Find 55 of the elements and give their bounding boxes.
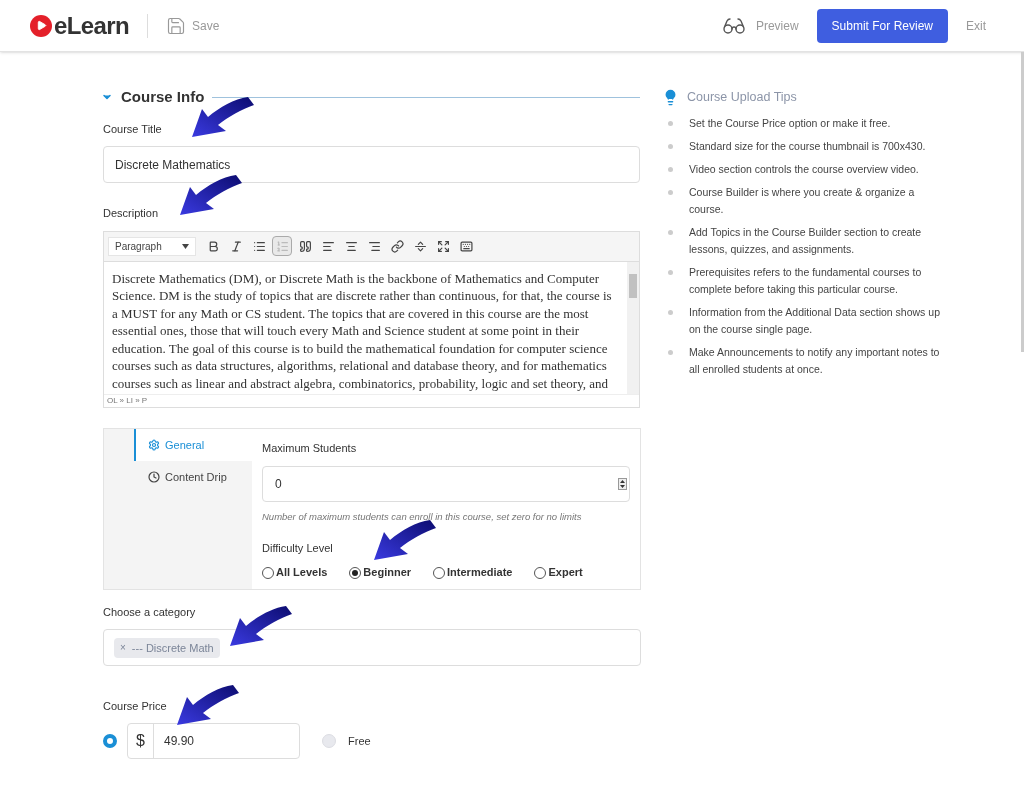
save-button[interactable]: Save [166,15,220,36]
settings-tab[interactable]: General [134,429,252,461]
gear-icon [148,439,160,451]
radio-label: Free [348,733,371,749]
tip-text: Make Announcements to notify any important notes to all enrolled students at once. [689,344,941,377]
pointer-arrow [178,173,244,217]
page-scrollbar[interactable] [1021,52,1024,352]
category-tag: × --- Discrete Math [114,637,220,658]
price-value: 49.90 [163,732,195,750]
settings-tab[interactable]: Content Drip [134,461,252,493]
preview-button[interactable]: Preview [721,13,799,38]
format-dropdown[interactable]: Paragraph [108,236,196,256]
stepper-icon[interactable] [618,477,627,490]
tip-text: Add Topics in the Course Builder section to create lessons, quizzes, and assignments. [689,224,923,257]
radio-button[interactable] [103,733,117,748]
max-students-field[interactable]: 0 [262,465,630,502]
submit-button[interactable]: Submit For Review [816,8,948,43]
field-label: Choose a category [103,604,197,620]
rich-text-editor[interactable] [103,230,640,408]
price-field[interactable]: $ 49.90 [127,722,300,759]
tip-text: Set the Course Price option or make it free. [689,115,891,131]
field-label: Description [103,206,160,221]
pointer-arrow [228,604,294,648]
pointer-arrow [372,518,438,562]
course-title-field[interactable]: Discrete Mathematics [103,146,640,183]
radio-button[interactable] [433,566,446,579]
radio-label: Expert [548,565,583,581]
field-hint: Number of maximum students can enroll in this course, set zero for no limits [262,509,583,524]
exit-button[interactable]: Exit [966,16,986,35]
radio-button[interactable] [534,566,547,579]
tip-text: Video section controls the course overview video. [689,161,919,177]
description-text: Discrete Mathematics (DM), or Discrete Math is the backbone of Mathematics and Computer Science. DM is the study of topics that are discrete rather than continuous, for that, the course is a MUST for any Math or CS student. The topics that are covered in this course are the most essential ones, those that will touch every Math and Science student at some point in their education. The goal of this course is to build the mathematical foundation for computer science courses such as data structures, algorithms, relational and database theory, and for mathematics courses such as linear and abstract algebra, combinatorics, probability, logic and set theory, and [111,269,613,393]
tip-text: Prerequisites refers to the fundamental courses to complete before taking this particular course. [689,264,923,297]
tips-title: Course Upload Tips [687,89,797,106]
field-label: Course Price [103,699,168,715]
field-label: Maximum Students [262,441,358,456]
section-title: Course Info [121,87,205,107]
remove-tag-button[interactable]: × [120,640,126,656]
field-label: Difficulty Level [262,540,334,556]
logo-play-icon [30,14,52,37]
tip-text: Course Builder is where you create & organize a course. [689,184,916,217]
caret-icon [182,243,189,249]
clock-icon [148,471,160,483]
radio-label: All Levels [276,565,328,581]
field-label: Course Title [103,121,163,137]
element-path: OL » LI » P [107,395,148,407]
logo-text[interactable]: eLearn [54,7,130,44]
radio-label: Beginner [363,565,412,581]
radio-button[interactable] [349,566,362,579]
pointer-arrow [175,683,241,727]
radio-label: Intermediate [447,565,513,581]
radio-button[interactable] [262,566,274,579]
scrollbar[interactable] [627,261,639,394]
tip-text: Standard size for the course thumbnail is 700x430. [689,138,926,154]
tip-text: Information from the Additional Data section shows up on the course single page. [689,304,941,337]
